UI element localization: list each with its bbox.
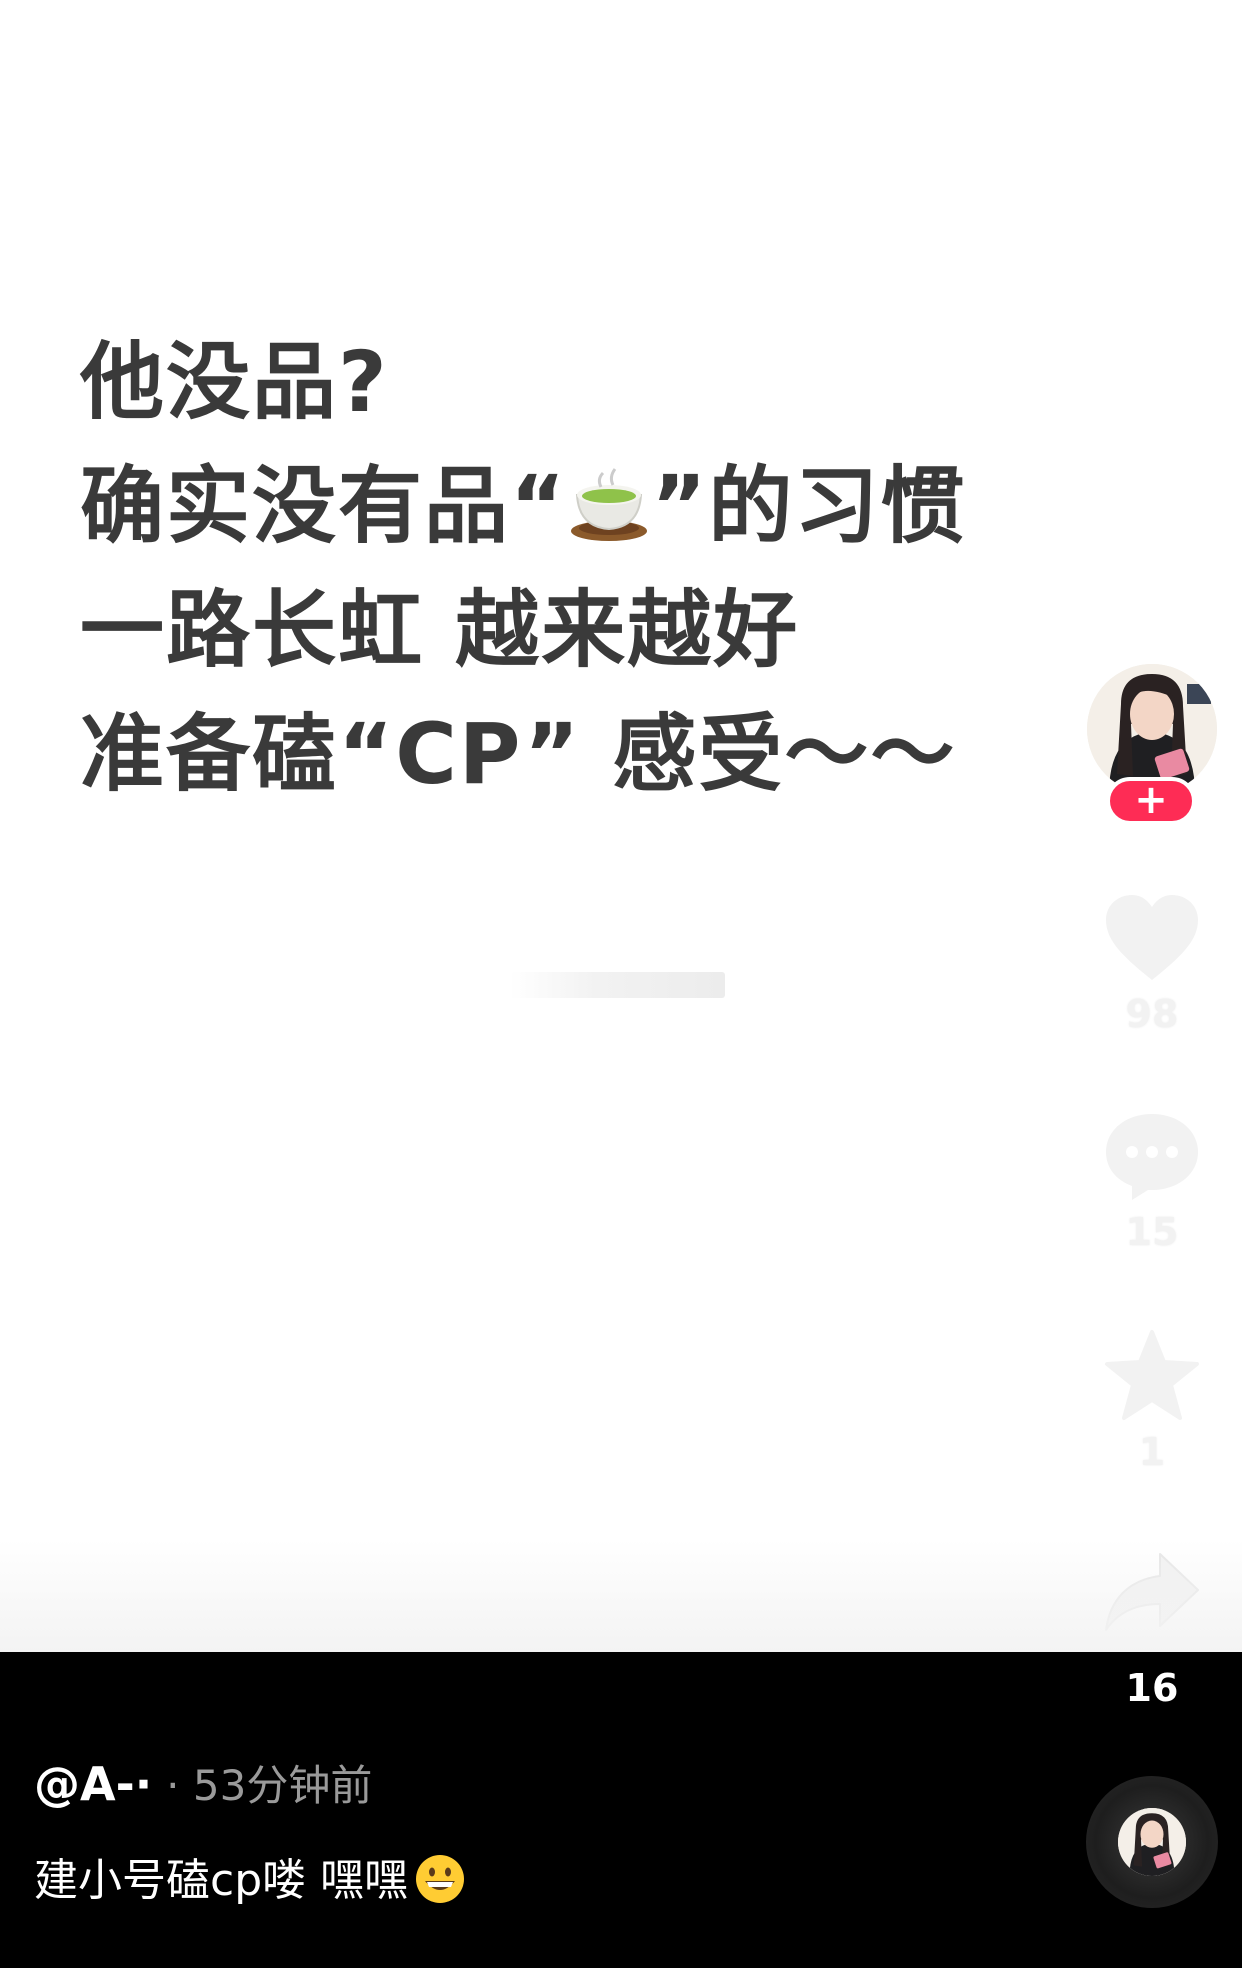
comment-icon (1106, 1114, 1198, 1200)
post-line-2-end: ”的习惯 (651, 457, 967, 555)
post-line-2: 确实没有品“ ”的习惯 (80, 444, 1040, 568)
favorite-count: 1 (1138, 1430, 1166, 1474)
favorite-action[interactable]: 1 (1080, 1328, 1224, 1474)
author-row: @A-· · 53分钟前 (34, 1752, 372, 1813)
like-count: 98 (1125, 992, 1179, 1036)
music-disc[interactable] (1086, 1776, 1218, 1908)
heart-icon (1106, 895, 1198, 980)
grinning-face-emoji-icon (416, 1855, 465, 1903)
comment-action[interactable]: 15 (1080, 1110, 1224, 1254)
like-action[interactable]: 98 (1080, 892, 1224, 1036)
post-text: 他没品? 确实没有品“ ”的习惯 一路长虹 越来越好 准备磕“CP” 感受～～ (80, 320, 1040, 816)
follow-button[interactable]: + (1106, 777, 1196, 825)
tea-emoji-icon (571, 468, 648, 541)
creator-avatar[interactable] (1087, 664, 1217, 794)
post-line-1: 他没品? (80, 333, 389, 431)
avatar-portrait-icon (1087, 664, 1217, 794)
star-icon (1105, 1330, 1199, 1420)
post-line-4: 准备磕“CP” 感受～～ (80, 705, 957, 803)
disc-portrait-icon (1118, 1808, 1186, 1876)
post-line-2-start: 确实没有品“ (80, 457, 568, 555)
share-count: 16 (1125, 1666, 1179, 1710)
smudge (510, 972, 725, 998)
caption-text: 建小号磕cp喽 嘿嘿 (34, 1855, 409, 1906)
bottom-fade (0, 1540, 1242, 1652)
caption: 建小号磕cp喽 嘿嘿 (34, 1844, 466, 1908)
music-disc-cover (1118, 1808, 1186, 1876)
post-time: · 53分钟前 (166, 1761, 373, 1810)
post-line-3: 一路长虹 越来越好 (80, 581, 800, 679)
comment-count: 15 (1125, 1210, 1179, 1254)
author-name[interactable]: @A-· (34, 1757, 152, 1811)
